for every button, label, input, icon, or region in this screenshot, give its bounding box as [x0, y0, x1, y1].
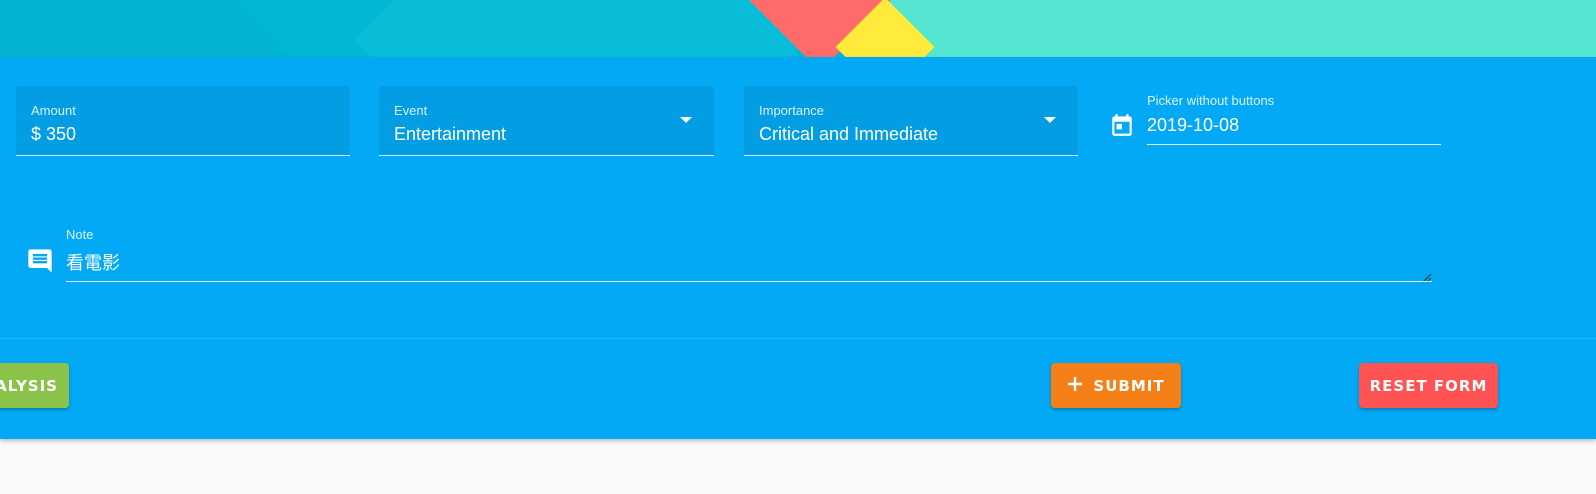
analysis-button-label: ALYSIS [0, 376, 58, 395]
calendar-icon[interactable] [1109, 111, 1135, 144]
importance-select[interactable]: Importance Critical and Immediate [744, 86, 1078, 156]
date-label: Picker without buttons [1147, 93, 1275, 108]
banner-shape [880, 0, 1596, 57]
event-select[interactable]: Event Entertainment [379, 86, 714, 156]
plus-icon [1067, 376, 1083, 396]
note-underline [66, 281, 1432, 282]
note-textarea[interactable]: Note 看電影 [66, 227, 1432, 283]
submit-button-label: SUBMIT [1093, 376, 1165, 395]
submit-button[interactable]: SUBMIT [1051, 363, 1181, 408]
note-label: Note [66, 227, 94, 242]
actions-divider [0, 338, 1596, 339]
banner-shape [353, 0, 807, 57]
importance-value[interactable]: Critical and Immediate [759, 124, 938, 145]
amount-label: Amount [31, 103, 76, 118]
note-value[interactable]: 看電影 [66, 249, 120, 275]
comment-icon [26, 247, 54, 280]
importance-label: Importance [759, 103, 825, 118]
header-banner [0, 0, 1596, 57]
expense-form-card: Amount $ 350 Event Entertainment Importa… [0, 57, 1596, 439]
amount-value[interactable]: $ 350 [31, 124, 76, 145]
resize-handle-icon[interactable] [1422, 270, 1432, 283]
date-value[interactable]: 2019-10-08 [1147, 115, 1239, 136]
event-value[interactable]: Entertainment [394, 124, 506, 145]
banner-shape [0, 0, 323, 57]
event-label: Event [394, 103, 428, 118]
chevron-down-icon[interactable] [680, 117, 692, 123]
analysis-button[interactable]: ALYSIS [0, 363, 69, 408]
amount-field[interactable]: Amount $ 350 [16, 86, 350, 156]
chevron-down-icon[interactable] [1044, 117, 1056, 123]
reset-form-button[interactable]: RESET FORM [1359, 363, 1498, 408]
date-underline [1147, 144, 1441, 145]
reset-button-label: RESET FORM [1369, 376, 1488, 395]
date-picker-field[interactable]: Picker without buttons 2019-10-08 [1147, 93, 1441, 145]
